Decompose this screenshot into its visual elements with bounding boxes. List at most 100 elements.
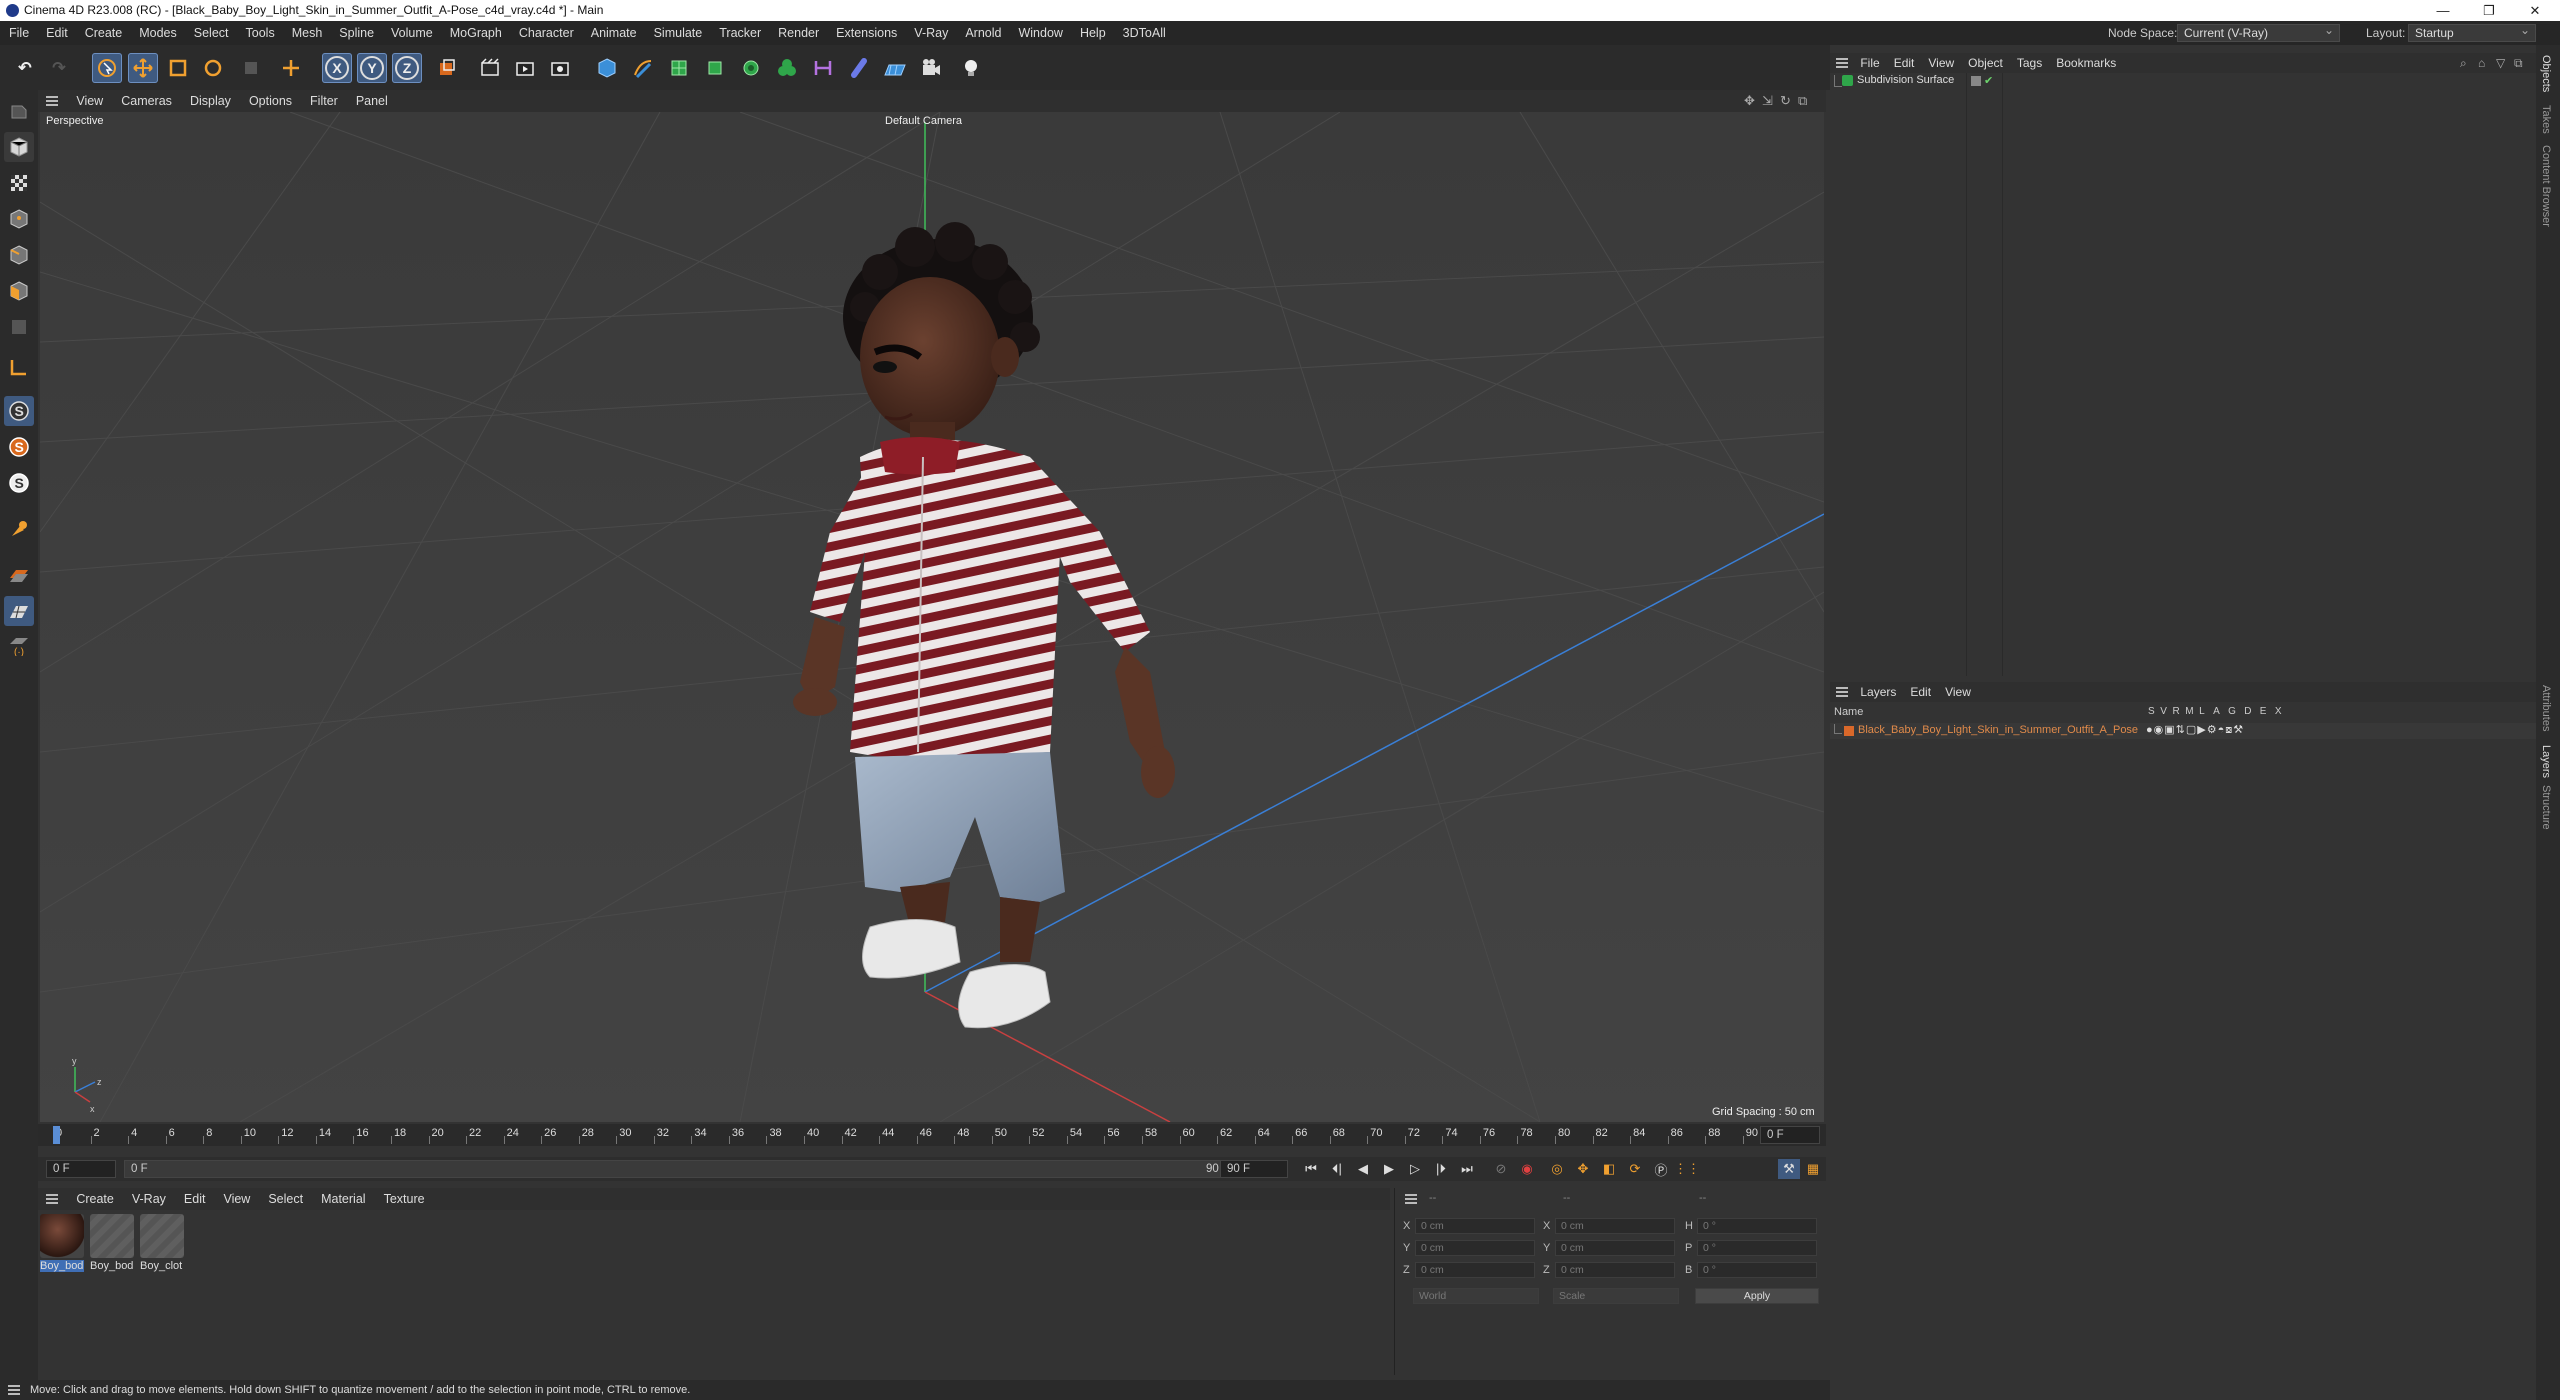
current-frame-field[interactable]: 0 F [1760, 1126, 1820, 1144]
object-menu-object[interactable]: Object [1961, 53, 2010, 73]
material-swatch[interactable]: Boy_bod [90, 1214, 134, 1276]
menu-vray[interactable]: V-Ray [905, 21, 956, 45]
viewport-menu-cameras[interactable]: Cameras [112, 90, 181, 112]
object-tree[interactable]: Subdivision Surface ✔ [1830, 73, 2536, 676]
object-search-icon[interactable]: ⌕ [2460, 53, 2467, 73]
tab-layers[interactable]: Layers [2540, 745, 2552, 778]
go-to-start-icon[interactable]: ⏮ [1300, 1159, 1322, 1179]
mograph-cloner-icon[interactable] [736, 53, 766, 83]
object-menu-file[interactable]: File [1853, 53, 1886, 73]
lock-workplane-icon[interactable]: (·) [4, 630, 34, 660]
keyframe-selection-icon[interactable]: ◎ [1546, 1159, 1568, 1179]
menu-file[interactable]: File [0, 21, 37, 45]
rotation-p-field[interactable]: 0 ° [1697, 1240, 1817, 1256]
size-mode-dropdown[interactable]: Scale [1553, 1288, 1679, 1304]
position-z-field[interactable]: 0 cm [1415, 1262, 1535, 1278]
redo-icon[interactable]: ↷ [44, 53, 74, 83]
timeline-window-icon[interactable]: ▦ [1802, 1159, 1824, 1179]
viewport-zoom-icon[interactable]: ⇲ [1762, 90, 1773, 112]
camera-object-icon[interactable] [916, 53, 946, 83]
tab-structure[interactable]: Structure [2540, 785, 2552, 830]
tab-objects[interactable]: Objects [2540, 55, 2552, 92]
material-menu-view[interactable]: View [214, 1188, 259, 1210]
material-menu-create[interactable]: Create [67, 1188, 123, 1210]
rotation-b-field[interactable]: 0 ° [1697, 1262, 1817, 1278]
menu-volume[interactable]: Volume [382, 21, 441, 45]
timeline-ruler[interactable]: 0246810121416182022242628303234363840424… [38, 1124, 1826, 1146]
layer-name[interactable]: Black_Baby_Boy_Light_Skin_in_Summer_Outf… [1858, 724, 2138, 736]
tab-attributes[interactable]: Attributes [2540, 685, 2552, 731]
menu-edit[interactable]: Edit [37, 21, 76, 45]
world-coordinates-icon[interactable] [432, 53, 462, 83]
rotation-key-icon[interactable]: ⟳ [1624, 1159, 1646, 1179]
node-space-dropdown[interactable]: Current (V-Ray) [2177, 22, 2340, 42]
menu-window[interactable]: Window [1009, 21, 1070, 45]
volume-builder-icon[interactable] [772, 53, 802, 83]
viewport-menu-options[interactable]: Options [240, 90, 301, 112]
material-menu-material[interactable]: Material [312, 1188, 374, 1210]
coordinates-menu-icon[interactable] [1405, 1194, 1417, 1204]
menu-spline[interactable]: Spline [330, 21, 382, 45]
size-x-field[interactable]: 0 cm [1555, 1218, 1675, 1234]
viewport-maximize-icon[interactable]: ⧉ [1798, 90, 1807, 112]
menu-animate[interactable]: Animate [582, 21, 645, 45]
object-menu-bookmarks[interactable]: Bookmarks [2049, 53, 2123, 73]
end-frame-field[interactable]: 90 F [1220, 1160, 1288, 1178]
coordinate-space-dropdown[interactable]: World [1413, 1288, 1539, 1304]
material-menu-vray[interactable]: V-Ray [123, 1188, 175, 1210]
menu-render[interactable]: Render [769, 21, 827, 45]
object-home-icon[interactable]: ⌂ [2478, 53, 2485, 73]
coordinate-system-icon[interactable] [276, 53, 306, 83]
menu-tools[interactable]: Tools [237, 21, 283, 45]
texture-mode-icon[interactable] [4, 168, 34, 198]
layer-menu-edit[interactable]: Edit [1903, 682, 1938, 702]
position-key-icon[interactable]: ✥ [1572, 1159, 1594, 1179]
sculpt-brush-icon[interactable] [4, 514, 34, 544]
menu-extensions[interactable]: Extensions [827, 21, 905, 45]
material-menu-select[interactable]: Select [259, 1188, 312, 1210]
uv-mode-icon[interactable] [4, 312, 34, 342]
snap-icon[interactable]: S [4, 396, 34, 426]
subdivision-generator-icon[interactable] [664, 53, 694, 83]
deformer-icon[interactable] [808, 53, 838, 83]
menu-arnold[interactable]: Arnold [956, 21, 1009, 45]
quantize-icon[interactable]: S [4, 468, 34, 498]
render-region-icon[interactable] [475, 53, 505, 83]
viewport-menu-view[interactable]: View [67, 90, 112, 112]
next-frame-icon[interactable]: ▷ [1404, 1159, 1426, 1179]
layer-color-swatch[interactable] [1844, 726, 1854, 736]
previous-frame-icon[interactable]: ◀ [1352, 1159, 1374, 1179]
snap-settings-icon[interactable]: S [4, 432, 34, 462]
next-key-icon[interactable]: |⏵ [1430, 1159, 1452, 1179]
size-y-field[interactable]: 0 cm [1555, 1240, 1675, 1256]
menu-tracker[interactable]: Tracker [710, 21, 769, 45]
array-generator-icon[interactable] [700, 53, 730, 83]
viewport-menu-display[interactable]: Display [181, 90, 240, 112]
restore-icon[interactable]: ❐ [2466, 0, 2512, 21]
point-mode-icon[interactable] [4, 204, 34, 234]
parameter-key-icon[interactable]: Ⓟ [1650, 1159, 1672, 1179]
viewport-menu-icon[interactable] [46, 96, 58, 106]
layer-flag-icons[interactable]: ●◉▣⇅▢▶⚙◓⧇⚒ [2146, 723, 2244, 737]
select-tool-icon[interactable] [92, 53, 122, 83]
material-menu-edit[interactable]: Edit [175, 1188, 215, 1210]
record-keys-icon[interactable]: ⊘ [1490, 1159, 1512, 1179]
start-frame-field[interactable]: 0 F [46, 1160, 116, 1178]
menu-modes[interactable]: Modes [130, 21, 185, 45]
object-menu-edit[interactable]: Edit [1887, 53, 1922, 73]
x-axis-lock-button[interactable]: X [322, 53, 352, 83]
point-level-key-icon[interactable]: ⋮⋮ [1674, 1159, 1700, 1179]
menu-character[interactable]: Character [510, 21, 582, 45]
floor-grid-icon[interactable] [4, 560, 34, 590]
object-new-window-icon[interactable]: ⧉ [2514, 53, 2523, 73]
polygon-mode-icon[interactable] [4, 276, 34, 306]
position-y-field[interactable]: 0 cm [1415, 1240, 1535, 1256]
scale-key-icon[interactable]: ◧ [1598, 1159, 1620, 1179]
status-menu-icon[interactable] [8, 1385, 20, 1395]
scale-tool-icon[interactable] [163, 53, 193, 83]
make-editable-icon[interactable] [4, 96, 34, 126]
playhead[interactable] [53, 1126, 60, 1144]
object-menu-icon[interactable] [1836, 58, 1848, 68]
viewport-menu-panel[interactable]: Panel [347, 90, 397, 112]
rotate-tool-icon[interactable] [198, 53, 228, 83]
